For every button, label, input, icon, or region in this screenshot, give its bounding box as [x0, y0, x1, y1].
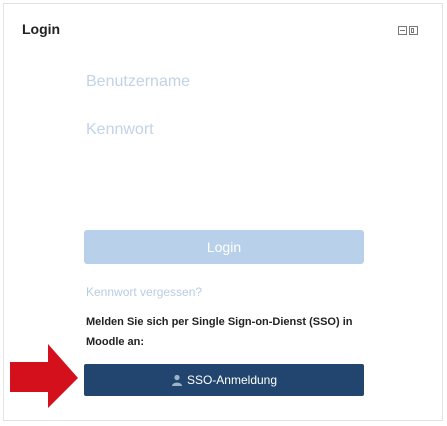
login-button[interactable]: Login — [84, 230, 364, 264]
hide-block-icon[interactable] — [398, 26, 407, 35]
password-field[interactable] — [84, 110, 364, 150]
block-controls — [398, 26, 418, 35]
sso-login-button[interactable]: SSO-Anmeldung — [84, 364, 364, 396]
red-arrow-icon — [10, 344, 78, 408]
dock-block-icon[interactable] — [409, 26, 418, 35]
block-title: Login — [22, 21, 61, 37]
sso-button-label: SSO-Anmeldung — [186, 373, 278, 387]
forgot-password-link[interactable]: Kennwort vergessen? — [86, 285, 202, 299]
sso-instructions: Melden Sie sich per Single Sign-on-Diens… — [86, 316, 353, 348]
user-icon — [171, 374, 182, 386]
username-field[interactable] — [84, 62, 364, 102]
